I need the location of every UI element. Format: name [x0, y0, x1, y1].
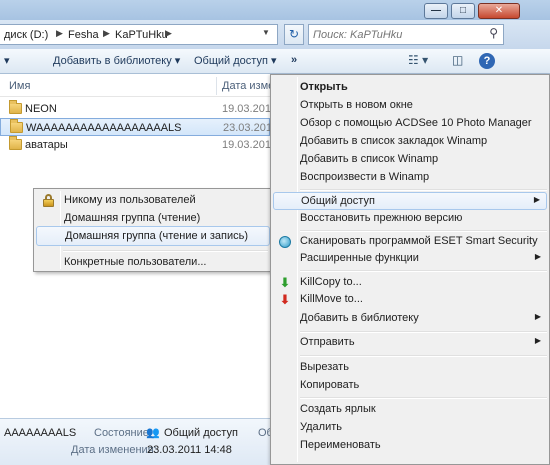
menu-item-add-library[interactable]: Добавить в библиотеку ▶ — [273, 310, 547, 328]
menu-item-winamp-play[interactable]: Воспроизвести в Winamp — [273, 169, 547, 187]
menu-item-winamp-list[interactable]: Добавить в список Winamp — [273, 151, 547, 169]
menu-separator — [300, 270, 547, 272]
menu-item-send-to[interactable]: Отправить ▶ — [273, 334, 547, 352]
submenu-arrow-icon: ▶ — [534, 312, 541, 321]
menu-item-open-new-window[interactable]: Открыть в новом окне — [273, 97, 547, 115]
breadcrumb-fesha[interactable]: Fesha — [68, 29, 99, 41]
view-options-icon[interactable]: ☷ ▾ — [408, 53, 428, 67]
menu-separator — [300, 355, 547, 357]
menu-item-create-shortcut[interactable]: Создать ярлык — [273, 401, 547, 419]
menu-item-open[interactable]: Открыть — [273, 79, 547, 97]
list-item[interactable]: NEON 19.03.2011 1 — [0, 100, 285, 118]
breadcrumb-drive[interactable]: диск (D:) — [4, 29, 48, 41]
refresh-button[interactable]: ↻ — [284, 24, 304, 45]
folder-icon — [10, 119, 23, 133]
maximize-icon: □ — [459, 5, 467, 16]
green-arrow-icon: ⬇ — [279, 275, 291, 290]
search-box[interactable]: ⚲ — [308, 24, 504, 45]
status-modified-label: Дата изменения: — [71, 444, 157, 456]
menu-separator — [300, 331, 547, 333]
close-button[interactable]: ✕ — [478, 3, 520, 19]
red-arrow-icon: ⬇ — [279, 292, 291, 307]
breadcrumb-separator-icon[interactable]: ▶ — [56, 28, 63, 39]
submenu-arrow-icon: ▶ — [534, 252, 541, 261]
menu-item-homegroup-readwrite[interactable]: Домашняя группа (чтение и запись) — [36, 226, 270, 246]
address-bar[interactable]: диск (D:) ▶ Fesha ▶ KaPTuHku ▶ ▼ — [0, 24, 278, 45]
status-state-value: Общий доступ — [164, 427, 238, 439]
status-item-name: AAAAAAAALS — [4, 427, 77, 439]
shared-users-icon: 👥 — [146, 427, 160, 439]
menu-item-restore-version[interactable]: Восстановить прежнюю версию — [273, 210, 547, 228]
menu-item-share[interactable]: Общий доступ ▶ — [273, 192, 547, 210]
breadcrumb-separator-icon[interactable]: ▶ — [165, 28, 172, 39]
file-name: аватары — [25, 139, 68, 151]
more-commands-button[interactable]: » — [291, 54, 297, 66]
search-input[interactable] — [313, 27, 483, 42]
menu-item-cut[interactable]: Вырезать — [273, 359, 547, 377]
menu-item-eset-scan[interactable]: Сканировать программой ESET Smart Securi… — [273, 233, 547, 251]
column-name[interactable]: Имя — [9, 80, 30, 92]
menu-item-nobody[interactable]: Никому из пользователей — [36, 191, 270, 211]
maximize-button[interactable]: □ — [451, 3, 475, 19]
lock-icon — [43, 194, 54, 207]
sharing-submenu: Никому из пользователей Домашняя группа … — [33, 188, 273, 272]
menu-item-advanced[interactable]: Расширенные функции ▶ — [273, 250, 547, 268]
menu-item-copy[interactable]: Копировать — [273, 377, 547, 395]
menu-separator — [300, 230, 547, 232]
file-name: NEON — [25, 103, 57, 115]
preview-pane-icon[interactable]: ◫ — [452, 53, 463, 67]
menu-item-acdsee[interactable]: Обзор с помощью ACDSee 10 Photo Manager — [273, 115, 547, 133]
share-button[interactable]: Общий доступ ▾ — [194, 54, 276, 67]
address-row: диск (D:) ▶ Fesha ▶ KaPTuHku ▶ ▼ ↻ ⚲ — [0, 20, 550, 49]
menu-separator — [300, 397, 547, 399]
menu-separator — [300, 189, 547, 191]
breadcrumb-current[interactable]: KaPTuHku — [115, 29, 168, 41]
search-icon[interactable]: ⚲ — [489, 26, 498, 40]
menu-item-winamp-bookmarks[interactable]: Добавить в список закладок Winamp — [273, 133, 547, 151]
toolbar-left-arrow[interactable]: ▾ — [4, 54, 10, 67]
close-icon: ✕ — [494, 5, 504, 16]
refresh-icon: ↻ — [288, 27, 300, 41]
submenu-arrow-icon: ▶ — [534, 336, 541, 345]
status-modified-value: 23.03.2011 14:48 — [147, 444, 232, 456]
breadcrumb-separator-icon[interactable]: ▶ — [103, 28, 110, 39]
folder-icon — [9, 100, 22, 114]
status-state-label: Состояние: — [94, 427, 152, 439]
menu-item-killmove[interactable]: ⬇ KillMove to... — [273, 291, 547, 309]
menu-item-specific-users[interactable]: Конкретные пользователи... — [36, 253, 270, 273]
context-menu: Открыть Открыть в новом окне Обзор с пом… — [270, 74, 550, 465]
column-header: Имя Дата измене — [0, 75, 286, 97]
list-item[interactable]: аватары 19.03.2011 1 — [0, 136, 285, 154]
minimize-icon: — — [431, 5, 441, 16]
help-icon[interactable]: ? — [479, 53, 495, 69]
menu-item-killcopy[interactable]: ⬇ KillCopy to... — [273, 274, 547, 292]
submenu-arrow-icon: ▶ — [533, 195, 540, 204]
folder-icon — [9, 136, 22, 150]
command-bar: ▾ Добавить в библиотеку ▾ Общий доступ ▾… — [0, 49, 550, 74]
menu-item-rename[interactable]: Переименовать — [273, 437, 547, 455]
minimize-button[interactable]: — — [424, 3, 448, 19]
file-name: WAAAAAAAAAAAAAAAAAALS — [26, 122, 182, 134]
column-divider[interactable] — [216, 77, 217, 95]
eset-icon — [279, 236, 291, 248]
address-dropdown-icon[interactable]: ▼ — [262, 28, 270, 37]
menu-separator — [63, 250, 268, 252]
list-item-selected[interactable]: WAAAAAAAAAAAAAAAAAALS 23.03.2011 1 — [0, 118, 286, 136]
menu-item-delete[interactable]: Удалить — [273, 419, 547, 437]
add-to-library-button[interactable]: Добавить в библиотеку ▾ — [53, 54, 180, 67]
